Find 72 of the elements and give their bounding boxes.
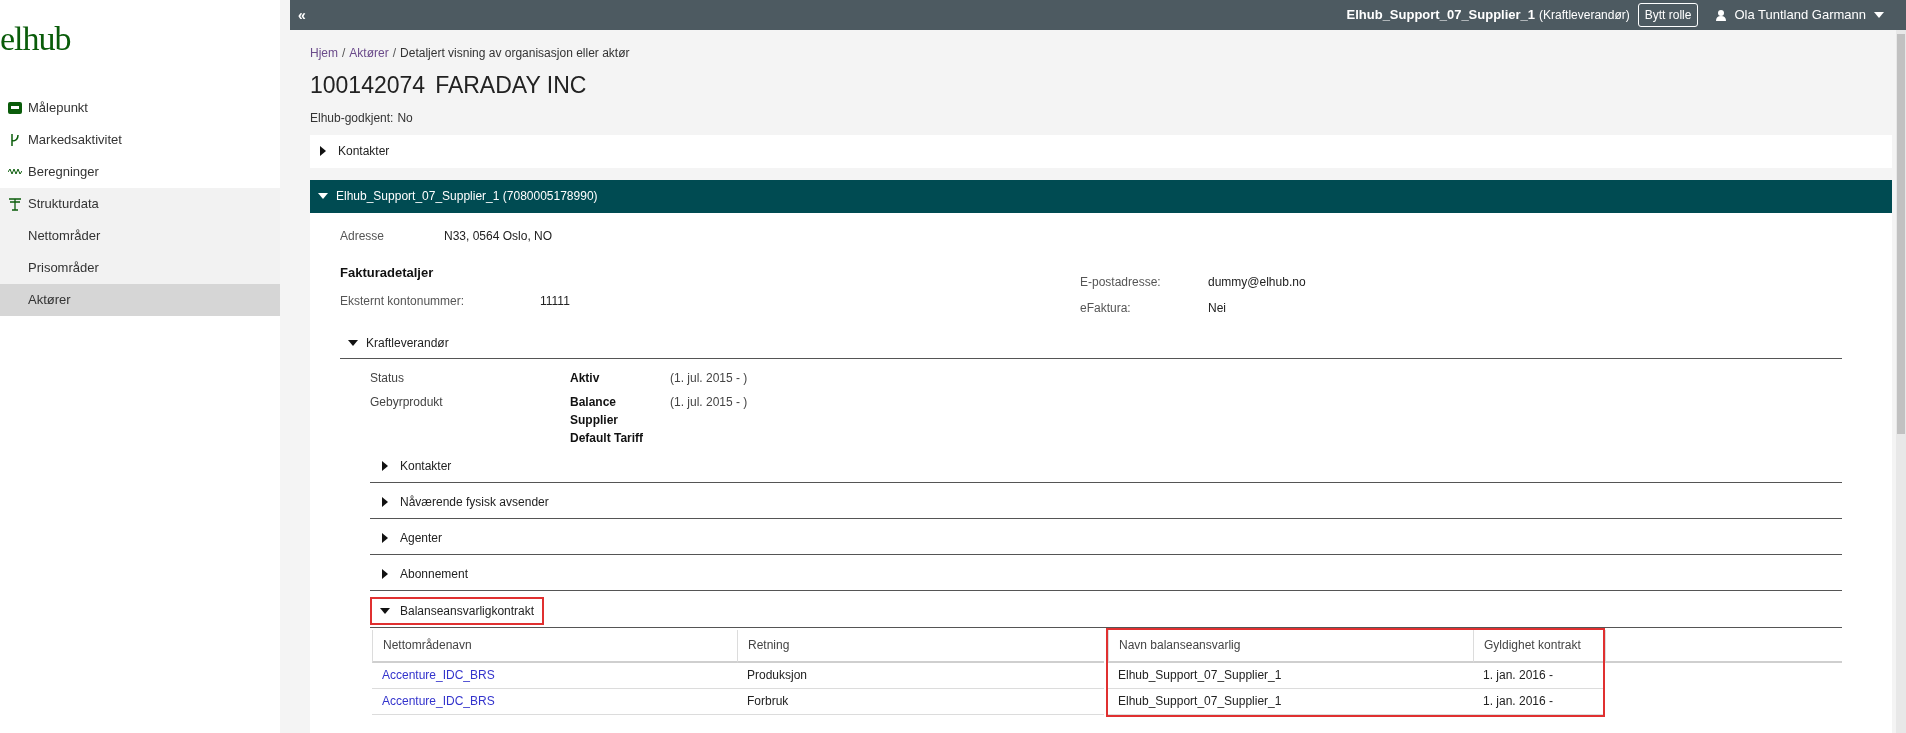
- caret-down-icon: [380, 605, 390, 616]
- field-value: N33, 0564 Oslo, NO: [444, 227, 553, 245]
- table-cell: Elhub_Support_07_Supplier_1: [1108, 688, 1473, 715]
- field-label: Eksternt kontonummer:: [340, 293, 466, 310]
- validity-period: (1. jul. 2015 - ): [670, 369, 748, 387]
- caret-right-icon: [318, 146, 328, 156]
- table-cell: 1. jan. 2016 -: [1473, 662, 1603, 689]
- field-value: Nei: [1208, 299, 1226, 317]
- column-header: Gyldighet kontrakt: [1473, 629, 1603, 663]
- accordion-header[interactable]: Balanseansvarligkontrakt: [370, 596, 545, 625]
- breadcrumb-separator: /: [392, 45, 397, 62]
- column-header: Navn balanseansvarlig: [1108, 629, 1473, 663]
- caret-right-icon: [380, 496, 390, 507]
- caret-right-icon: [380, 568, 390, 579]
- breadcrumb-link[interactable]: Aktører: [349, 44, 389, 62]
- table-cell: Produksjon: [737, 662, 1104, 689]
- field-label: Elhub-godkjent:: [310, 109, 394, 127]
- table-cell: Forbruk: [737, 688, 1104, 715]
- field-value: 11111: [540, 293, 570, 310]
- accordion-header[interactable]: Kontakter: [370, 451, 462, 480]
- caret-down-icon: [348, 338, 358, 348]
- field-label: Gebyrprodukt: [370, 393, 444, 411]
- organisation-title: FARADAY INC: [435, 71, 587, 100]
- accordion-header[interactable]: Abonnement: [370, 559, 479, 588]
- table-link[interactable]: Accenture_IDC_BRS: [372, 662, 737, 689]
- breadcrumb-separator: /: [342, 45, 346, 62]
- pylon-icon: [8, 197, 22, 211]
- accordion-header[interactable]: Kontakter: [310, 134, 1892, 168]
- caret-right-icon: [380, 460, 390, 471]
- field-label: Adresse: [340, 227, 386, 245]
- accordion-header[interactable]: Kraftleverandør: [340, 328, 1842, 359]
- role-label: (Kraftleverandør): [1539, 7, 1630, 24]
- accordion-header[interactable]: Nåværende fysisk avsender: [370, 487, 559, 516]
- table-link[interactable]: Accenture_IDC_BRS: [372, 688, 737, 715]
- nav-item[interactable]: Beregninger: [0, 156, 280, 188]
- field-label: E-postadresse:: [1080, 273, 1162, 291]
- nav-subitem[interactable]: Prisområder: [0, 252, 280, 284]
- breadcrumb-link[interactable]: Hjem: [310, 44, 338, 62]
- caret-down-icon: [318, 191, 328, 201]
- logo: elhub: [0, 19, 72, 59]
- nav-subitem[interactable]: Nettområder: [0, 220, 280, 252]
- wave-icon: [8, 168, 22, 176]
- field-value: Aktiv: [570, 369, 601, 387]
- organisation-number: 100142074: [310, 71, 426, 100]
- field-label: Status: [370, 369, 406, 387]
- accordion-header[interactable]: Agenter: [370, 523, 453, 552]
- column-header: Nettområdenavn: [372, 629, 737, 663]
- nav-item[interactable]: Strukturdata: [0, 188, 280, 220]
- branch-icon: [10, 133, 20, 147]
- table-cell: 1. jan. 2016 -: [1473, 688, 1603, 715]
- column-header: Retning: [737, 629, 1104, 663]
- nav-subitem[interactable]: Aktører: [0, 284, 280, 316]
- table-cell: Elhub_Support_07_Supplier_1: [1108, 662, 1473, 689]
- scrollbar[interactable]: [1896, 30, 1906, 733]
- meter-icon: [8, 102, 22, 114]
- collapse-button[interactable]: «: [298, 4, 306, 26]
- field-value: Balance Supplier Default Tariff: [570, 393, 645, 447]
- caret-down-icon: [1874, 12, 1884, 18]
- nav-item[interactable]: Markedsaktivitet: [0, 124, 280, 156]
- user-menu[interactable]: Ola Tuntland Garmann: [1734, 5, 1866, 25]
- actor-panel-header[interactable]: Elhub_Support_07_Supplier_1 (7080005178990): [310, 179, 1892, 213]
- nav-item[interactable]: Målepunkt: [0, 92, 280, 124]
- breadcrumb-current: Detaljert visning av organisasjon eller aktør: [400, 45, 630, 62]
- user-icon: [1716, 9, 1727, 21]
- field-label: eFaktura:: [1080, 299, 1132, 317]
- switch-role-button[interactable]: Bytt rolle: [1637, 3, 1699, 27]
- caret-right-icon: [380, 532, 390, 543]
- validity-period: (1. jul. 2015 - ): [670, 393, 748, 411]
- section-heading: Fakturadetaljer: [340, 263, 435, 282]
- field-value: No: [397, 109, 413, 127]
- field-value: dummy@elhub.no: [1208, 273, 1306, 291]
- organisation-name: Elhub_Support_07_Supplier_1: [1346, 6, 1536, 25]
